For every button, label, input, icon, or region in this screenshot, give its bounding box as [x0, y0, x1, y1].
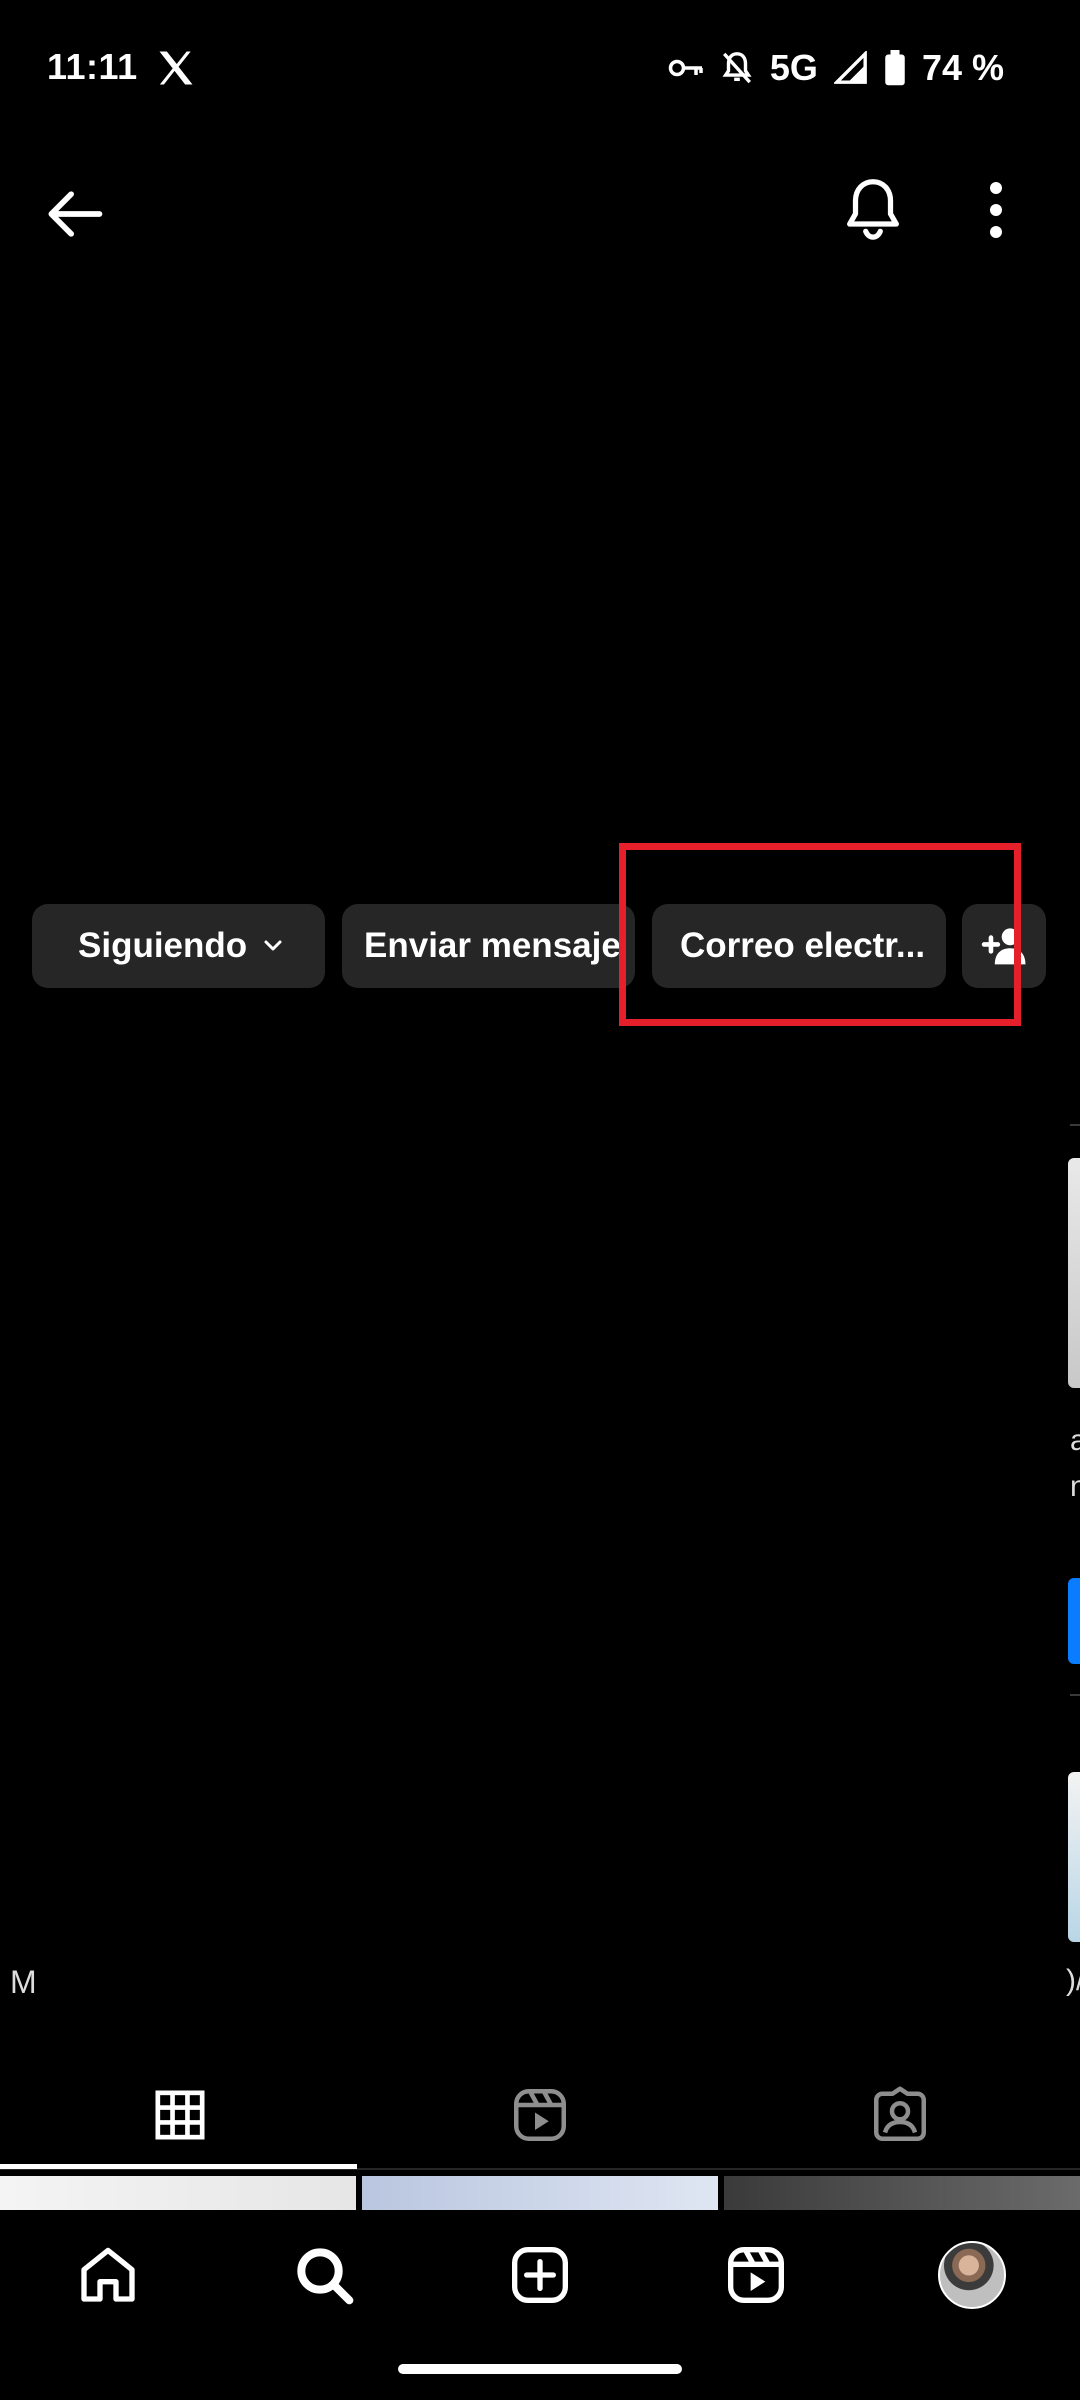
posts-grid: [0, 2176, 1080, 2210]
x-icon: [159, 51, 193, 85]
chevron-down-icon: [264, 940, 282, 951]
status-time: 11:11: [47, 46, 138, 87]
battery-icon: [885, 50, 905, 86]
home-icon: [81, 2247, 135, 2302]
network-type: 5G: [769, 47, 818, 88]
status-bar: 11:11 5G 74 %: [0, 0, 1080, 140]
tab-posts-grid[interactable]: [0, 2060, 360, 2170]
more-vertical-icon[interactable]: [978, 180, 1014, 240]
back-arrow-icon[interactable]: [40, 180, 108, 248]
edge-image: [1068, 1158, 1080, 1388]
following-label: Siguiendo: [78, 926, 248, 965]
reels-icon: [514, 2089, 566, 2141]
post-thumbnail[interactable]: [724, 2176, 1080, 2210]
edge-text: a: [1070, 1424, 1080, 1457]
signal-icon: [833, 51, 867, 84]
nav-create[interactable]: [432, 2210, 648, 2340]
bottom-navigation: [0, 2210, 1080, 2350]
tab-reels[interactable]: [360, 2060, 720, 2170]
edge-text: )/: [1066, 1964, 1080, 1997]
edge-text: M: [10, 1964, 37, 2000]
edge-text: n: [1070, 1470, 1080, 1503]
add-person-icon: [981, 928, 1026, 965]
edge-image: [1068, 1772, 1080, 1942]
create-icon: [512, 2247, 568, 2303]
profile-screen: 11:11 5G 74 % Siguiendo Enviar mensaje C…: [0, 0, 1080, 2400]
nav-home[interactable]: [0, 2210, 216, 2340]
tab-tagged[interactable]: [720, 2060, 1080, 2170]
send-message-label: Enviar mensaje: [364, 926, 621, 965]
nav-profile[interactable]: [864, 2210, 1080, 2340]
silent-icon: [722, 52, 752, 84]
following-button[interactable]: Siguiendo: [32, 904, 325, 988]
bell-icon[interactable]: [838, 172, 908, 244]
reels-icon: [728, 2247, 784, 2303]
email-button[interactable]: Correo electr...: [652, 904, 946, 988]
nav-search[interactable]: [216, 2210, 432, 2340]
suggested-people-button[interactable]: [962, 904, 1046, 988]
status-icons: 5G 74 %: [668, 44, 1004, 92]
nav-reels[interactable]: [648, 2210, 864, 2340]
post-thumbnail[interactable]: [362, 2176, 718, 2210]
email-label: Correo electr...: [680, 926, 926, 965]
active-tab-indicator: [0, 2164, 357, 2169]
grid-icon: [155, 2090, 205, 2140]
send-message-button[interactable]: Enviar mensaje: [342, 904, 635, 988]
profile-actions: Siguiendo Enviar mensaje Correo electr..…: [0, 904, 1080, 988]
profile-content-tabs: [0, 2060, 1080, 2170]
post-thumbnail[interactable]: [0, 2176, 356, 2210]
edge-blue-button[interactable]: [1068, 1578, 1080, 1664]
battery-percent: 74 %: [921, 47, 1004, 88]
tagged-icon: [874, 2086, 926, 2141]
edge-divider: [1070, 1694, 1080, 1696]
avatar: [938, 2241, 1006, 2309]
search-icon: [297, 2248, 354, 2305]
edge-divider: [1070, 1124, 1080, 1126]
home-indicator[interactable]: [398, 2364, 682, 2374]
vpn-key-icon: [668, 59, 703, 77]
